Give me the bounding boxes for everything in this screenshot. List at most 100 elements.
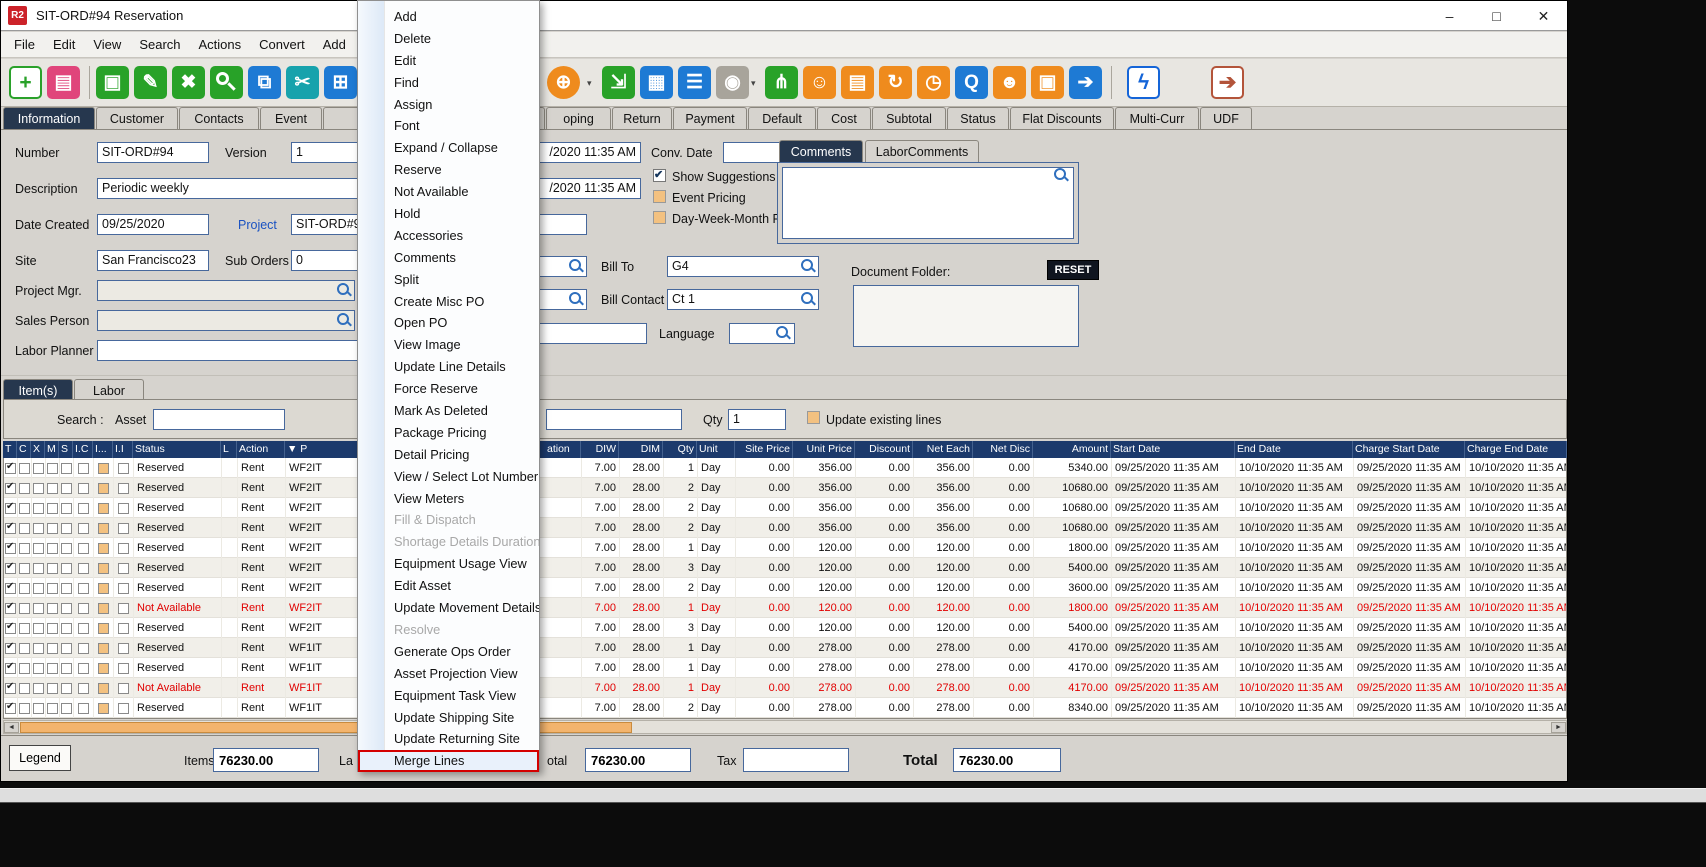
row-checkbox-x[interactable]	[33, 583, 44, 594]
truck-icon[interactable]: ➔	[1069, 66, 1102, 99]
document-folder-box[interactable]	[853, 285, 1079, 347]
row-checkbox-s[interactable]	[61, 603, 72, 614]
row-checkbox-x[interactable]	[33, 503, 44, 514]
column-header-diw[interactable]: DIW	[581, 441, 619, 458]
smiley-icon[interactable]: ☺	[803, 66, 836, 99]
column-header-s[interactable]: S	[59, 441, 73, 458]
grid-icon[interactable]: ▦	[640, 66, 673, 99]
row-checkbox-c[interactable]	[19, 503, 30, 514]
context-menu-item-view-image[interactable]: View Image	[358, 334, 539, 356]
event-pricing-checkbox[interactable]	[653, 190, 666, 203]
row-checkbox-i-c[interactable]	[78, 623, 89, 634]
row-checkbox-x[interactable]	[33, 603, 44, 614]
comments-lookup-icon[interactable]	[1054, 168, 1068, 182]
context-menu-item-mark-as-deleted[interactable]: Mark As Deleted	[358, 400, 539, 422]
column-header-t[interactable]: T	[3, 441, 17, 458]
column-header-dim[interactable]: DIM	[619, 441, 663, 458]
row-checkbox-i-c[interactable]	[78, 523, 89, 534]
row-checkbox-x[interactable]	[33, 483, 44, 494]
edit-icon[interactable]: ✎	[134, 66, 167, 99]
row-checkbox-m[interactable]	[47, 483, 58, 494]
row-checkbox-i-c[interactable]	[78, 543, 89, 554]
project-mgr-lookup-icon[interactable]	[337, 283, 351, 297]
paste-icon[interactable]: ⊞	[324, 66, 357, 99]
row-checkbox-t[interactable]	[5, 483, 16, 494]
row-checkbox-i-c[interactable]	[78, 503, 89, 514]
row-checkbox-i-c[interactable]	[78, 583, 89, 594]
tab-default[interactable]: Default	[748, 107, 816, 129]
row-checkbox-i-i[interactable]	[118, 543, 129, 554]
row-checkbox-i-c[interactable]	[78, 463, 89, 474]
tab-payment[interactable]: Payment	[673, 107, 747, 129]
column-header-i[interactable]: I...	[93, 441, 113, 458]
description-field[interactable]: Periodic weekly	[97, 178, 359, 199]
scroll-left-arrow-icon[interactable]: ◄	[4, 722, 19, 733]
dropdown-arrow-icon[interactable]: ▾	[587, 78, 592, 89]
row-checkbox-c[interactable]	[19, 463, 30, 474]
row-checkbox-c[interactable]	[19, 563, 30, 574]
row-checkbox-m[interactable]	[47, 683, 58, 694]
print-icon[interactable]: ▤	[47, 66, 80, 99]
table-row[interactable]: ReservedRentWF2IT7.0028.002Day0.00356.00…	[4, 518, 1566, 538]
column-header-discount[interactable]: Discount	[855, 441, 913, 458]
row-checkbox-x[interactable]	[33, 543, 44, 554]
row-checkbox-i-c[interactable]	[78, 663, 89, 674]
update-existing-lines-checkbox[interactable]	[807, 411, 820, 424]
row-checkbox-t[interactable]	[5, 503, 16, 514]
column-header-unit[interactable]: Unit	[697, 441, 735, 458]
row-checkbox-x[interactable]	[33, 563, 44, 574]
day-week-month-pricing-checkbox[interactable]	[653, 211, 666, 224]
context-menu-item-create-misc-po[interactable]: Create Misc PO	[358, 291, 539, 313]
row-checkbox-t[interactable]	[5, 683, 16, 694]
row-checkbox-t[interactable]	[5, 563, 16, 574]
table-row[interactable]: ReservedRentWF2IT7.0028.002Day0.00356.00…	[4, 478, 1566, 498]
row-checkbox-t[interactable]	[5, 603, 16, 614]
lookup2-icon[interactable]	[569, 292, 583, 306]
row-checkbox-m[interactable]	[47, 583, 58, 594]
row-checkbox-s[interactable]	[61, 683, 72, 694]
context-menu-item-equipment-usage-view[interactable]: Equipment Usage View	[358, 553, 539, 575]
tab-return[interactable]: Return	[612, 107, 672, 129]
transfer-icon[interactable]: ↻	[879, 66, 912, 99]
row-checkbox-s[interactable]	[61, 503, 72, 514]
close-button[interactable]: ✕	[1520, 1, 1567, 31]
tab-status[interactable]: Status	[947, 107, 1009, 129]
row-checkbox-i-i[interactable]	[118, 563, 129, 574]
row-checkbox-i-c[interactable]	[78, 703, 89, 714]
row-checkbox-i[interactable]	[98, 583, 109, 594]
context-menu-item-comments[interactable]: Comments	[358, 247, 539, 269]
sales-person-lookup-icon[interactable]	[337, 313, 351, 327]
save-icon[interactable]: ▣	[96, 66, 129, 99]
context-menu-item-find[interactable]: Find	[358, 72, 539, 94]
scrollbar-thumb[interactable]	[20, 722, 632, 733]
row-checkbox-s[interactable]	[61, 583, 72, 594]
row-checkbox-m[interactable]	[47, 463, 58, 474]
comment-icon[interactable]: ☰	[678, 66, 711, 99]
context-menu-item-add[interactable]: Add	[358, 6, 539, 28]
menubar-item-view[interactable]: View	[84, 33, 130, 56]
schedule-icon[interactable]: ◷	[917, 66, 950, 99]
row-checkbox-x[interactable]	[33, 623, 44, 634]
row-checkbox-i[interactable]	[98, 523, 109, 534]
minimize-button[interactable]: –	[1426, 1, 1473, 31]
context-menu-item-update-shipping-site[interactable]: Update Shipping Site	[358, 707, 539, 729]
row-checkbox-i-c[interactable]	[78, 683, 89, 694]
row-checkbox-s[interactable]	[61, 483, 72, 494]
row-checkbox-c[interactable]	[19, 623, 30, 634]
row-checkbox-i[interactable]	[98, 463, 109, 474]
tab-items[interactable]: Item(s)	[3, 379, 73, 401]
row-checkbox-i[interactable]	[98, 503, 109, 514]
tab-udf[interactable]: UDF	[1200, 107, 1252, 129]
row-checkbox-t[interactable]	[5, 523, 16, 534]
photo-icon[interactable]: ▣	[1031, 66, 1064, 99]
hierarchy-icon[interactable]: ⋔	[765, 66, 798, 99]
table-row[interactable]: ReservedRentWF2IT7.0028.002Day0.00356.00…	[4, 498, 1566, 518]
date-created-field[interactable]: 09/25/2020	[97, 214, 209, 235]
scroll-right-arrow-icon[interactable]: ►	[1551, 722, 1566, 733]
row-checkbox-i[interactable]	[98, 703, 109, 714]
table-row[interactable]: Not AvailableRentWF2IT7.0028.001Day0.001…	[4, 598, 1566, 618]
copy-icon[interactable]: ⧉	[248, 66, 281, 99]
row-checkbox-x[interactable]	[33, 463, 44, 474]
expand-icon[interactable]: ⇲	[602, 66, 635, 99]
row-checkbox-c[interactable]	[19, 523, 30, 534]
